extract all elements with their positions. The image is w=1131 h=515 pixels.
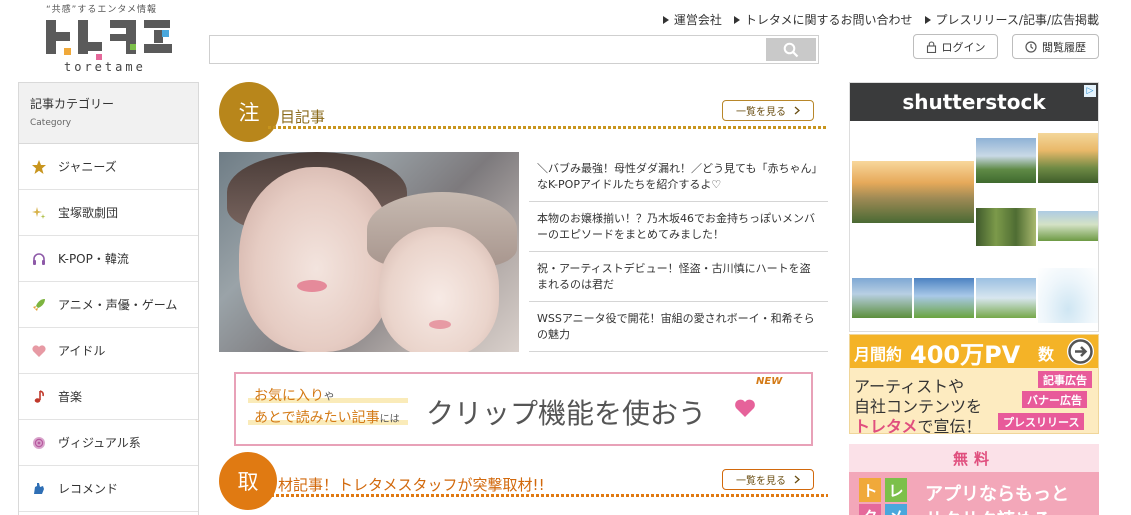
- article-link[interactable]: 祝・アーティストデビュー！怪盗・古川慎にハートを盗まれるのは君だ: [529, 252, 828, 302]
- advertise-ad-banner[interactable]: 月間約 400万PV 数 アーティストや 自社コンテンツを トレタメで宣伝！ 記…: [849, 334, 1099, 434]
- search-button[interactable]: [766, 38, 816, 61]
- app-tile-icon: レ: [885, 478, 907, 502]
- coverage-more-button[interactable]: 一覧を見る: [722, 469, 814, 490]
- sidebar-item-takarazuka[interactable]: 宝塚歌劇団: [19, 190, 198, 236]
- sidebar-header: 記事カテゴリー Category: [19, 83, 198, 144]
- hand-icon: [30, 480, 48, 498]
- sidebar-subtitle: Category: [30, 118, 72, 128]
- stock-photo: [914, 278, 974, 318]
- coverage-circle-badge: 取: [219, 452, 277, 510]
- clock-icon: [1025, 40, 1037, 53]
- sidebar-item-music[interactable]: 音楽: [19, 374, 198, 420]
- stock-photo: [976, 208, 1036, 246]
- search-bar: [209, 35, 819, 64]
- stock-photo: [852, 161, 974, 223]
- stock-photo: [852, 278, 912, 318]
- sidebar-item-idol[interactable]: アイドル: [19, 328, 198, 374]
- app-tile-icon: タ: [859, 504, 881, 515]
- app-promo-text2: サクサク読める: [925, 506, 1051, 515]
- sidebar-title: 記事カテゴリー: [30, 97, 115, 111]
- article-link[interactable]: 本物のお嬢様揃い！？乃木坂46でお金持ちっぽいメンバーのエピソードをまとめてみま…: [529, 202, 828, 252]
- new-badge: NEW: [756, 376, 783, 387]
- sidebar-item-anime[interactable]: アニメ・声優・ゲーム: [19, 282, 198, 328]
- sidebar-item-visual[interactable]: ヴィジュアル系: [19, 420, 198, 466]
- banner-line1: お気に入りや: [254, 388, 334, 404]
- app-promo-text: アプリならもっと: [925, 484, 1069, 505]
- sidebar-item-recommend[interactable]: レコメンド: [19, 466, 198, 512]
- featured-article-list: ＼バブみ最強！母性ダダ漏れ！／どう見ても「赤ちゃん」なK-POPアイドルたちを紹…: [529, 152, 828, 352]
- arrow-right-circle-icon: [1067, 338, 1094, 365]
- app-tile-icon: ト: [859, 478, 881, 502]
- clip-feature-banner[interactable]: お気に入りや あとで読みたい記事には クリップ機能を使おう NEW: [234, 372, 813, 446]
- coverage-section-title: 材記事！トレタメスタッフが突撃取材!!: [278, 476, 545, 494]
- login-button[interactable]: ログイン: [913, 34, 998, 59]
- stock-photo: [1038, 133, 1098, 183]
- ad-tag: プレスリリース: [998, 413, 1085, 430]
- rocket-icon: [30, 296, 48, 314]
- app-free-label: 無料: [849, 444, 1099, 472]
- sparkle-icon: [30, 204, 48, 222]
- sidebar-item-johnnys[interactable]: ジャニーズ: [19, 144, 198, 190]
- app-promo-banner[interactable]: 無料 ト レ タ メ アプリならもっと サクサク読める: [849, 444, 1099, 515]
- heart-icon: [735, 399, 755, 417]
- header-links: 運営会社 トレタメに関するお問い合わせ プレスリリース/記事/広告掲載: [662, 11, 1099, 28]
- heart-icon: [30, 342, 48, 360]
- featured-hero-image[interactable]: [219, 152, 519, 352]
- featured-section-title: 目記事: [280, 108, 326, 126]
- link-press[interactable]: プレスリリース/記事/広告掲載: [924, 11, 1099, 28]
- chevron-right-icon: [794, 475, 800, 484]
- rose-icon: [30, 434, 48, 452]
- triangle-right-icon: [662, 15, 669, 24]
- headphones-icon: [30, 250, 48, 268]
- ad-tag: バナー広告: [1022, 391, 1087, 408]
- banner-headline: クリップ機能を使おう: [426, 397, 707, 430]
- sidebar-item-kpop[interactable]: K-POP・韓流: [19, 236, 198, 282]
- adchoices-icon[interactable]: ▷: [1084, 85, 1096, 97]
- stock-photo: [1038, 211, 1098, 241]
- link-contact[interactable]: トレタメに関するお問い合わせ: [733, 11, 913, 28]
- stock-photo: [976, 138, 1036, 183]
- category-sidebar: 記事カテゴリー Category ジャニーズ 宝塚歌劇団 K-POP・韓流 アニ…: [18, 82, 199, 515]
- shutterstock-logo: shutterstock: [850, 83, 1098, 121]
- coverage-divider: [266, 494, 828, 497]
- link-company[interactable]: 運営会社: [662, 11, 722, 28]
- lock-icon: [926, 40, 936, 53]
- triangle-right-icon: [924, 15, 931, 24]
- app-tile-icon: メ: [885, 504, 907, 515]
- logo-tagline: “共感”するエンタメ情報: [46, 5, 158, 15]
- logo-mark-icon: [46, 20, 172, 60]
- logo-wordmark: toretame: [64, 60, 146, 74]
- banner-line2: あとで読みたい記事には: [254, 410, 400, 426]
- shutterstock-ad[interactable]: shutterstock ▷: [849, 82, 1099, 332]
- history-button[interactable]: 閲覧履歴: [1012, 34, 1099, 59]
- featured-divider: [268, 126, 828, 129]
- star-icon: [30, 158, 48, 176]
- ad-tag: 記事広告: [1038, 371, 1092, 388]
- site-logo[interactable]: “共感”するエンタメ情報 toretame: [36, 2, 186, 74]
- search-input[interactable]: [210, 36, 766, 63]
- stock-photo: [976, 278, 1036, 318]
- stock-photo: [1038, 268, 1098, 323]
- article-link[interactable]: WSSアニータ役で開花！宙組の愛されボーイ・和希そらの魅力: [529, 302, 828, 352]
- featured-circle-badge: 注: [219, 82, 279, 142]
- article-link[interactable]: ＼バブみ最強！母性ダダ漏れ！／どう見ても「赤ちゃん」なK-POPアイドルたちを紹…: [529, 152, 828, 202]
- chevron-right-icon: [794, 106, 800, 115]
- search-icon: [783, 42, 799, 57]
- triangle-right-icon: [733, 15, 740, 24]
- featured-more-button[interactable]: 一覧を見る: [722, 100, 814, 121]
- music-note-icon: [30, 388, 48, 406]
